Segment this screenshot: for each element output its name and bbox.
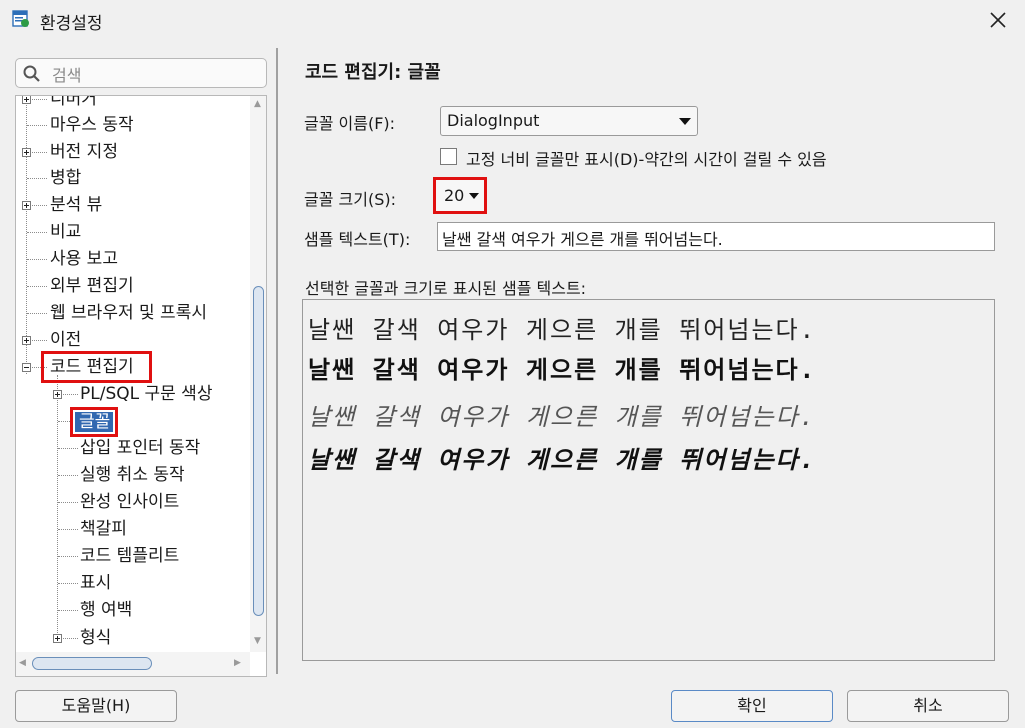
tree-item-migration[interactable]: 이전 (50, 327, 81, 353)
expand-icon[interactable] (22, 96, 31, 104)
tree-item-format[interactable]: 형식 (80, 625, 111, 651)
search-placeholder: 검색 (52, 66, 82, 85)
sample-text-value: 날쌘 갈색 여우가 게으른 개를 뛰어넘는다. (442, 230, 723, 249)
fixed-width-checkbox[interactable] (440, 148, 457, 165)
font-name-select[interactable]: DialogInput (440, 106, 698, 136)
preview-line-italic: 날쌘 갈색 여우가 게으른 개를 뛰어넘는다. (308, 403, 817, 431)
tree-item-code-templates[interactable]: 코드 템플리트 (80, 543, 179, 569)
cancel-button[interactable]: 취소 (847, 690, 1009, 722)
tree-item-external-editor[interactable]: 외부 편집기 (50, 273, 134, 299)
tree-item-completion-insight[interactable]: 완성 인사이트 (80, 489, 179, 515)
chevron-down-icon (469, 193, 479, 199)
expand-icon[interactable] (22, 336, 31, 345)
tree-item-insert-pointer[interactable]: 삽입 포인터 동작 (80, 435, 200, 461)
font-size-label: 글꼴 크기(S): (304, 190, 396, 209)
sample-text-label: 샘플 텍스트(T): (304, 230, 411, 249)
tree-item-display[interactable]: 표시 (80, 570, 111, 596)
tree-item-code-editor[interactable]: 코드 편집기 (50, 354, 134, 380)
help-button[interactable]: 도움말(H) (15, 690, 177, 722)
tree-item-font[interactable]: 글꼴 (70, 407, 118, 437)
tree-horizontal-scrollbar[interactable]: ◀ ▶ (16, 652, 250, 676)
font-preview-area: 날쌘 갈색 여우가 게으른 개를 뛰어넘는다. 날쌘 갈색 여우가 게으른 개를… (302, 299, 995, 661)
font-size-value: 20 (444, 186, 465, 205)
tree-item-plsql-syntax-colors[interactable]: PL/SQL 구문 색상 (80, 381, 212, 407)
chevron-down-icon (679, 118, 691, 125)
preview-line-plain: 날쌘 갈색 여우가 게으른 개를 뛰어넘는다. (308, 316, 817, 344)
window-title: 환경설정 (40, 14, 103, 34)
title-bar: 환경설정 (0, 0, 1025, 40)
search-input[interactable]: 검색 (15, 58, 267, 88)
tree-item-font-label: 글꼴 (79, 412, 111, 432)
tree-item-versioning[interactable]: 버전 지정 (50, 139, 118, 165)
tree-vertical-scrollbar[interactable]: ▲ ▼ (250, 96, 266, 652)
fixed-width-label[interactable]: 고정 너비 글꼴만 표시(D)-약간의 시간이 걸릴 수 있음 (466, 146, 827, 170)
font-name-value: DialogInput (447, 111, 540, 130)
tree-item-line-gutter[interactable]: 행 여백 (80, 597, 132, 623)
pane-splitter[interactable] (276, 48, 278, 674)
preview-label: 선택한 글꼴과 크기로 표시된 샘플 텍스트: (305, 279, 587, 298)
scroll-up-icon[interactable]: ▲ (254, 99, 261, 109)
tree-item-undo-behavior[interactable]: 실행 취소 동작 (80, 462, 185, 488)
ok-button[interactable]: 확인 (671, 690, 833, 722)
search-icon (23, 65, 40, 82)
tree-item-analysis-view[interactable]: 분석 뷰 (50, 192, 102, 218)
app-icon (12, 10, 29, 27)
collapse-icon[interactable] (22, 363, 31, 372)
scroll-right-icon[interactable]: ▶ (234, 658, 241, 668)
page-title: 코드 편집기: 글꼴 (305, 62, 441, 83)
font-size-select[interactable]: 20 (433, 177, 487, 214)
preferences-tree[interactable]: 디버거 마우스 동작 버전 지정 병합 분석 뷰 비교 사용 보고 외부 편집기… (15, 95, 267, 677)
tree-item-web-browser-proxy[interactable]: 웹 브라우저 및 프록시 (50, 300, 207, 326)
tree-item-mouse-actions[interactable]: 마우스 동작 (50, 112, 134, 138)
sample-text-field[interactable]: 날쌘 갈색 여우가 게으른 개를 뛰어넘는다. (437, 222, 995, 251)
tree-item-usage-report[interactable]: 사용 보고 (50, 246, 118, 272)
tree-item-merge[interactable]: 병합 (50, 165, 81, 191)
tree-item-bookmarks[interactable]: 책갈피 (80, 516, 127, 542)
preview-line-bold-italic: 날쌘 갈색 여우가 게으른 개를 뛰어넘는다. (308, 446, 817, 474)
expand-icon[interactable] (22, 148, 31, 157)
scroll-down-icon[interactable]: ▼ (254, 636, 261, 646)
scroll-left-icon[interactable]: ◀ (19, 658, 26, 668)
preview-line-bold: 날쌘 갈색 여우가 게으른 개를 뛰어넘는다. (308, 356, 817, 384)
scrollbar-thumb[interactable] (253, 286, 264, 616)
font-name-label: 글꼴 이름(F): (304, 114, 396, 133)
close-icon[interactable] (985, 7, 1011, 33)
expand-icon[interactable] (22, 201, 31, 210)
tree-item-compare[interactable]: 비교 (50, 219, 81, 245)
expand-icon[interactable] (53, 634, 62, 643)
expand-icon[interactable] (53, 390, 62, 399)
tree-item-debugger[interactable]: 디버거 (50, 96, 97, 112)
scrollbar-thumb[interactable] (32, 657, 152, 670)
